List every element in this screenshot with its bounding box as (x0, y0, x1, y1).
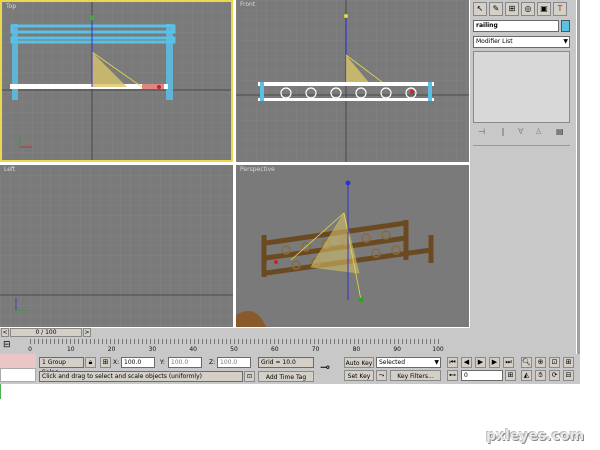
top-view-canvas (2, 2, 231, 160)
perspective-view-canvas (236, 165, 469, 327)
chevron-down-icon: ▼ (563, 38, 568, 45)
modifier-list-label: Modifier List (476, 38, 513, 45)
maxscript-input[interactable] (0, 368, 36, 382)
zoom-extents-icon[interactable]: ⊡ (549, 357, 560, 368)
timeline-tick-label: 0 (28, 346, 32, 353)
utilities-tab-icon[interactable]: T (553, 2, 567, 16)
key-mode-toggle-icon[interactable]: ⊷ (447, 370, 458, 381)
set-key-icon[interactable]: ⤳ (376, 370, 387, 381)
timeline-tick-label: 70 (311, 346, 320, 353)
viewport-top[interactable]: Top (0, 0, 233, 162)
zoom-icon[interactable]: 🔍︎ (521, 357, 532, 368)
timeline-tick-label: 80 (352, 346, 361, 353)
viewport-label-left[interactable]: Left (4, 166, 15, 173)
play-icon[interactable]: ▶ (475, 357, 486, 368)
y-coordinate-field[interactable]: 100.0 (168, 357, 202, 368)
pan-icon[interactable]: ✋︎ (535, 370, 546, 381)
auto-key-button[interactable]: Auto Key (344, 357, 374, 368)
previous-frame-icon[interactable]: ◀ (461, 357, 472, 368)
viewport-label-perspective[interactable]: Perspective (240, 166, 275, 173)
lock-selection-icon[interactable]: 🔒︎ (85, 357, 96, 368)
key-set-dropdown[interactable]: Selected ▼ (376, 357, 441, 368)
chevron-down-icon: ▼ (434, 359, 439, 366)
command-panel: ↖ ✎ ⊞ ◎ ▣ T railing Modifier List ▼ ⊣ ‖ … (470, 0, 576, 382)
timeline-tick-label: 90 (393, 346, 402, 353)
time-slider-track[interactable]: < 0 / 100 > (0, 328, 470, 337)
front-view-canvas (236, 0, 469, 162)
timeline-tick-label: 10 (66, 346, 75, 353)
create-tab-icon[interactable]: ↖ (473, 2, 487, 16)
field-of-view-icon[interactable]: ◭ (521, 370, 532, 381)
watermark-text: pxleyes.com (486, 428, 585, 444)
x-label: X: (113, 359, 120, 366)
grid-spacing-display: Grid = 10.0 (258, 357, 314, 368)
viewport-front[interactable]: Front (236, 0, 469, 162)
modifier-list-dropdown[interactable]: Modifier List ▼ (473, 36, 570, 48)
y-label: Y: (160, 359, 165, 366)
maxscript-listener[interactable] (0, 354, 36, 368)
configure-sets-icon[interactable]: ▤ (556, 127, 564, 136)
timeline-tick-label: 60 (270, 346, 279, 353)
modify-tab-icon[interactable]: ✎ (489, 2, 503, 16)
key-set-value: Selected (379, 359, 406, 366)
green-marker (0, 384, 5, 399)
viewport-left[interactable]: Left (0, 165, 233, 327)
z-label: Z: (209, 359, 216, 366)
remove-modifier-icon[interactable]: ♙ (535, 127, 542, 136)
stack-toolbar: ⊣ ‖ ∀ ♙ ▤ (473, 126, 570, 140)
x-coordinate-field[interactable]: 100.0 (121, 357, 155, 368)
make-unique-icon[interactable]: ∀ (518, 127, 523, 136)
panel-scrollbar[interactable] (577, 0, 580, 382)
key-mode-icon[interactable]: ⊸ (320, 360, 340, 376)
time-tag-icon[interactable]: ⊡ (244, 371, 255, 382)
timeline-ruler (30, 339, 440, 344)
selection-count-field: 1 Group Selec (39, 357, 84, 376)
timeline-tick-label: 50 (230, 346, 238, 353)
prompt-line: Click and drag to select and scale objec… (39, 371, 243, 382)
trackbar-toggle-icon[interactable]: ⊟ (3, 340, 19, 351)
viewport-label-top[interactable]: Top (6, 3, 16, 10)
zoom-all-icon[interactable]: ⊕ (535, 357, 546, 368)
display-tab-icon[interactable]: ▣ (537, 2, 551, 16)
current-frame-field[interactable]: 0 (461, 370, 503, 381)
absolute-mode-icon[interactable]: ⊞ (100, 357, 111, 368)
set-key-button[interactable]: Set Key (344, 370, 374, 381)
zoom-extents-all-icon[interactable]: ⊞ (563, 357, 574, 368)
viewport-perspective[interactable]: Perspective (236, 165, 469, 327)
viewport-label-front[interactable]: Front (240, 1, 255, 8)
object-name-field[interactable]: railing (473, 20, 559, 32)
timeline-tick-label: 20 (107, 346, 116, 353)
object-color-swatch[interactable] (561, 20, 570, 32)
key-filters-button[interactable]: Key Filters... (390, 370, 441, 381)
add-time-tag-button[interactable]: Add Time Tag (258, 371, 314, 382)
z-coordinate-field[interactable]: 100.0 (217, 357, 251, 368)
panel-divider (473, 145, 570, 146)
show-end-result-icon[interactable]: ‖ (501, 127, 505, 136)
motion-tab-icon[interactable]: ◎ (521, 2, 535, 16)
timeline-tick-label: 30 (148, 346, 157, 353)
orbit-icon[interactable]: ⟳ (549, 370, 560, 381)
maximize-viewport-icon[interactable]: ⊟ (563, 370, 574, 381)
time-next-arrow-icon[interactable]: > (83, 328, 91, 337)
timeline-tick-label: 100 (432, 346, 444, 353)
go-to-start-icon[interactable]: ⏮ (447, 357, 458, 368)
time-slider-thumb[interactable]: 0 / 100 (10, 328, 82, 337)
hierarchy-tab-icon[interactable]: ⊞ (505, 2, 519, 16)
pin-stack-icon[interactable]: ⊣ (478, 127, 485, 136)
modifier-stack-list[interactable] (473, 51, 570, 123)
next-frame-icon[interactable]: ▶ (489, 357, 500, 368)
timeline-tick-label: 40 (189, 346, 198, 353)
time-configuration-icon[interactable]: ⊞ (505, 370, 516, 381)
go-to-end-icon[interactable]: ⏭ (503, 357, 514, 368)
left-view-canvas (0, 165, 233, 327)
time-prev-arrow-icon[interactable]: < (1, 328, 9, 337)
